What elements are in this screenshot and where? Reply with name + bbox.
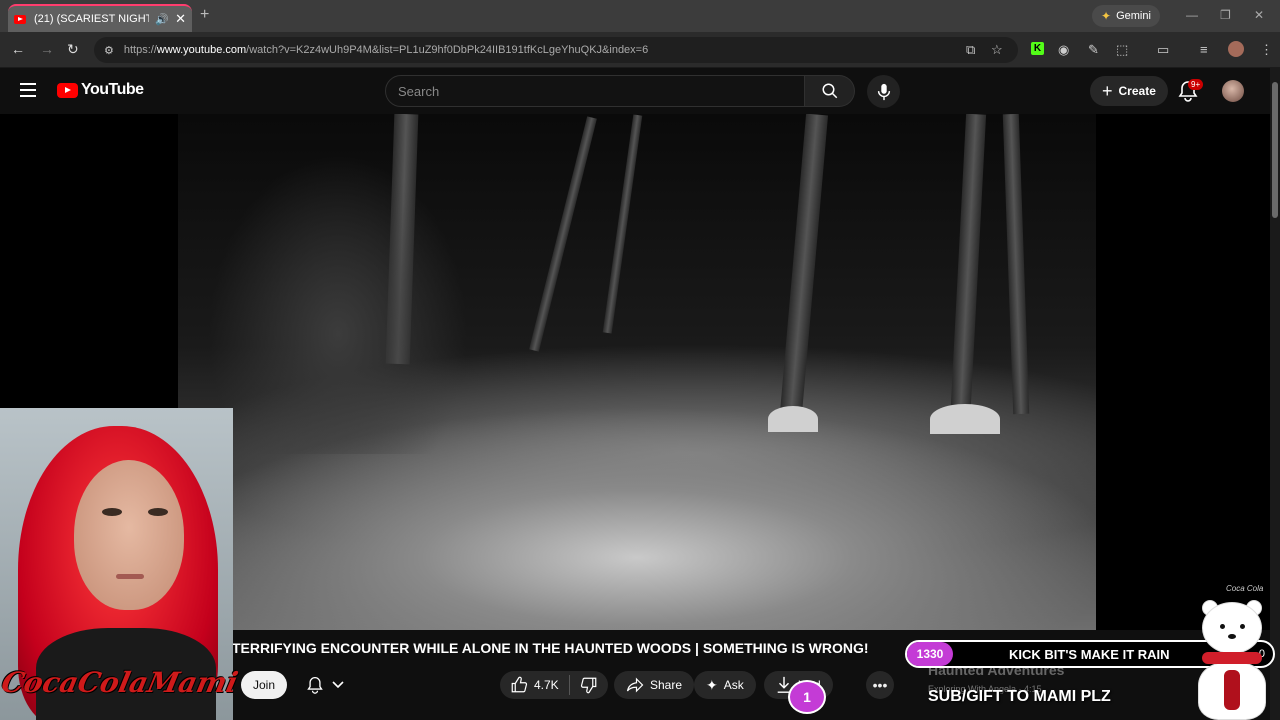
create-button[interactable]: + Create <box>1090 76 1168 106</box>
youtube-logo-text: YouTube <box>81 81 144 98</box>
dislike-button[interactable] <box>570 671 608 699</box>
voice-search-button[interactable] <box>867 75 900 108</box>
browser-toolbar: ← → ↻ ⚙ https://www.youtube.com/watch?v=… <box>0 32 1280 68</box>
audio-playing-icon[interactable]: 🔊 <box>155 13 169 26</box>
create-label: Create <box>1118 84 1156 98</box>
gemini-sparkle-icon: ✦ <box>1101 9 1112 23</box>
goal-text: KICK BIT'S MAKE IT RAIN <box>1009 646 1170 662</box>
scrollbar-thumb[interactable] <box>1272 82 1278 218</box>
search-bar <box>385 75 855 107</box>
tab-search-icon[interactable]: ▭ <box>1157 42 1169 58</box>
video-title: TERRIFYING ENCOUNTER WHILE ALONE IN THE … <box>232 640 869 656</box>
polar-bear-mascot <box>1188 598 1276 720</box>
youtube-header: YouTube + Create 9+ <box>0 68 1280 114</box>
extension-circle-icon[interactable]: ◉ <box>1058 42 1069 58</box>
bear-label: Coca Cola <box>1226 584 1264 593</box>
notification-count-badge: 9+ <box>1188 79 1204 90</box>
ask-label: Ask <box>723 678 744 692</box>
forward-arrow-icon[interactable]: → <box>40 41 54 57</box>
extensions-puzzle-icon[interactable]: ⬚ <box>1116 42 1128 58</box>
more-actions-button[interactable]: ••• <box>866 671 894 699</box>
extension-tool-icon[interactable]: ✎ <box>1088 42 1099 58</box>
cola-bottle-icon <box>1224 670 1240 710</box>
minimize-icon[interactable]: — <box>1186 8 1198 22</box>
event-counter-badge: 1 <box>788 680 826 714</box>
thumbs-down-icon <box>580 677 597 694</box>
bookmark-star-icon[interactable]: ☆ <box>991 42 1003 58</box>
more-horizontal-icon: ••• <box>872 677 888 693</box>
like-count: 4.7K <box>534 678 559 692</box>
share-label: Share <box>650 678 683 692</box>
search-button[interactable] <box>805 75 855 107</box>
search-input[interactable] <box>385 75 805 107</box>
like-dislike-group: 4.7K <box>500 671 608 699</box>
maximize-icon[interactable]: ❐ <box>1220 8 1231 22</box>
new-tab-icon[interactable]: + <box>200 6 209 24</box>
youtube-play-icon <box>57 82 78 98</box>
gemini-label: Gemini <box>1116 10 1151 22</box>
goal-count: 1330 <box>907 642 953 666</box>
site-info-icon[interactable]: ⚙ <box>104 44 114 57</box>
tab-title: (21) (SCARIEST NIGHT ALONE <box>34 13 150 25</box>
kick-extension-icon[interactable]: K <box>1031 42 1044 55</box>
youtube-logo[interactable]: YouTube <box>57 81 144 99</box>
browser-tab-bar: (21) (SCARIEST NIGHT ALONE 🔊 ✕ + ✦ Gemin… <box>0 0 1280 32</box>
browser-profile-avatar[interactable] <box>1228 41 1244 57</box>
back-arrow-icon[interactable]: ← <box>11 41 25 57</box>
youtube-favicon-icon <box>14 14 26 24</box>
url-prefix: https:// <box>123 44 157 56</box>
ask-sparkle-icon: ✦ <box>706 676 718 693</box>
url-host: www.youtube.com <box>156 44 247 56</box>
chevron-down-icon <box>332 681 344 689</box>
close-window-icon[interactable]: ✕ <box>1254 8 1264 22</box>
url-path: /watch?v=K2z4wUh9P4M&list=PL1uZ9hf0DbPk2… <box>246 44 649 56</box>
plus-icon: + <box>1102 80 1113 101</box>
join-button[interactable]: Join <box>241 671 288 699</box>
video-frame-forest-night <box>178 114 1096 630</box>
account-avatar[interactable] <box>1222 80 1244 102</box>
close-tab-icon[interactable]: ✕ <box>175 11 186 27</box>
menu-icon[interactable] <box>20 83 36 97</box>
ask-button[interactable]: ✦ Ask <box>694 671 756 699</box>
subgift-banner: SUB/GIFT TO MAMI PLZ <box>928 688 1111 705</box>
bell-icon <box>307 676 323 694</box>
thumbs-up-icon <box>511 676 528 693</box>
install-app-icon[interactable]: ⧉ <box>966 42 975 58</box>
gemini-button[interactable]: ✦ Gemini <box>1092 5 1160 27</box>
share-button[interactable]: Share <box>614 671 695 699</box>
media-control-icon[interactable]: ≡ <box>1200 42 1208 57</box>
browser-tab-youtube[interactable]: (21) (SCARIEST NIGHT ALONE 🔊 ✕ <box>8 4 192 32</box>
microphone-icon <box>877 83 890 100</box>
subscribe-notification-button[interactable] <box>296 671 354 699</box>
address-bar[interactable]: ⚙ https://www.youtube.com/watch?v=K2z4wU… <box>94 37 1018 63</box>
reload-icon[interactable]: ↻ <box>67 41 79 58</box>
share-arrow-icon <box>626 677 644 693</box>
like-button[interactable]: 4.7K <box>500 671 569 699</box>
search-icon <box>822 83 837 99</box>
browser-menu-icon[interactable]: ⋮ <box>1260 42 1273 58</box>
streamer-signature: CocaColaMami <box>0 666 241 699</box>
